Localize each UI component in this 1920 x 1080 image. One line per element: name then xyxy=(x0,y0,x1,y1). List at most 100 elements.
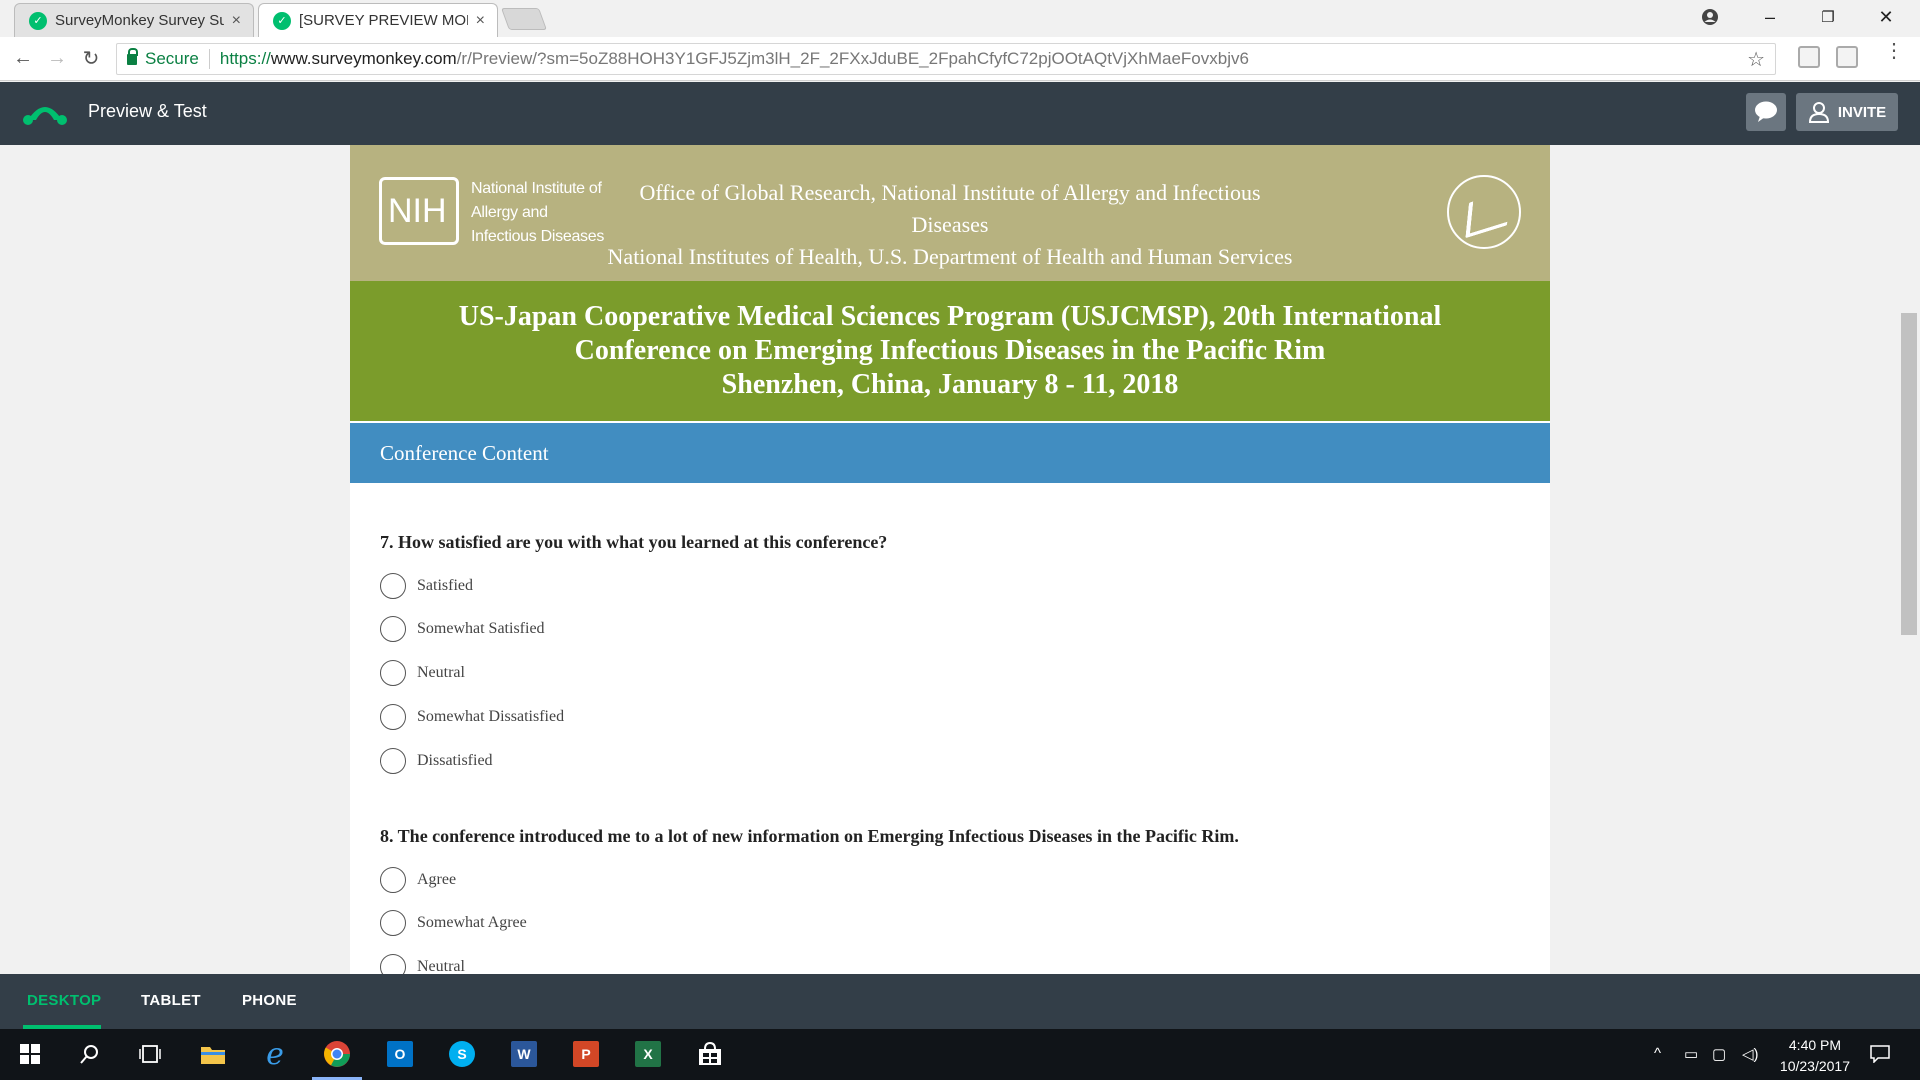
answer-choice[interactable]: Somewhat Dissatisfied xyxy=(380,703,564,731)
choice-label: Neutral xyxy=(417,664,465,681)
office-line: National Institutes of Health, U.S. Depa… xyxy=(607,244,1293,269)
choice-label: Agree xyxy=(417,871,457,888)
new-tab-button[interactable] xyxy=(500,8,548,30)
survey-header-banner: NIH National Institute of Allergy and In… xyxy=(350,145,1550,281)
battery-icon[interactable]: ▭ xyxy=(1684,1045,1698,1063)
forward-arrow-icon[interactable]: → xyxy=(40,47,74,70)
radio-button[interactable] xyxy=(380,867,406,893)
browser-menu-icon[interactable]: ⋮ xyxy=(1884,41,1904,61)
device-tab-phone[interactable]: PHONE xyxy=(242,992,297,1009)
url-host: www.surveymonkey.com xyxy=(270,49,457,68)
conference-title-line: Shenzhen, China, January 8 - 11, 2018 xyxy=(721,369,1179,400)
browser-tab-strip: ✓ SurveyMonkey Survey Su × ✓ [SURVEY PRE… xyxy=(0,0,1920,37)
secure-label: Secure xyxy=(145,49,210,69)
choice-label: Satisfied xyxy=(417,577,473,594)
preview-canvas: NIH National Institute of Allergy and In… xyxy=(0,145,1920,974)
person-icon xyxy=(1808,102,1829,123)
choice-label: Neutral xyxy=(417,958,465,974)
back-arrow-icon[interactable]: ← xyxy=(6,47,40,70)
radio-button[interactable] xyxy=(380,954,406,974)
radio-button[interactable] xyxy=(380,704,406,730)
word-icon[interactable]: W xyxy=(508,1038,540,1070)
browser-tab-surveymonkey[interactable]: ✓ SurveyMonkey Survey Su × xyxy=(14,3,254,37)
answer-choice[interactable]: Dissatisfied xyxy=(380,747,493,775)
task-view-icon[interactable] xyxy=(134,1038,166,1070)
answer-choice[interactable]: Neutral xyxy=(380,953,465,974)
outlook-icon[interactable]: O xyxy=(384,1038,416,1070)
answer-choice[interactable]: Somewhat Satisfied xyxy=(380,615,545,643)
office-line: Office of Global Research, National Inst… xyxy=(639,180,1261,237)
surveymonkey-favicon-icon: ✓ xyxy=(29,11,47,30)
reload-icon[interactable]: ↻ xyxy=(74,46,108,71)
surveymonkey-favicon-icon: ✓ xyxy=(273,11,291,30)
file-explorer-icon[interactable] xyxy=(197,1038,229,1070)
skype-icon[interactable]: S xyxy=(446,1038,478,1070)
show-hidden-icons-chevron-icon[interactable]: ^ xyxy=(1654,1045,1661,1062)
browser-toolbar: ← → ↻ Secure https:// www.surveymonkey.c… xyxy=(0,37,1920,81)
address-bar[interactable]: Secure https:// www.surveymonkey.com /r/… xyxy=(116,43,1776,75)
radio-button[interactable] xyxy=(380,616,406,642)
browser-tab-preview[interactable]: ✓ [SURVEY PREVIEW MODE × xyxy=(258,3,498,37)
minimize-button[interactable]: – xyxy=(1742,0,1798,34)
chrome-icon[interactable] xyxy=(312,1038,362,1080)
choice-label: Somewhat Dissatisfied xyxy=(417,708,565,725)
institute-line: Allergy and xyxy=(471,204,548,221)
lock-icon xyxy=(127,47,138,65)
volume-icon[interactable]: ◁) xyxy=(1742,1045,1759,1063)
tab-close-icon[interactable]: × xyxy=(476,12,485,30)
url-protocol: https:// xyxy=(219,49,271,68)
page-title: Conference Content xyxy=(350,423,1550,483)
extension-icon[interactable] xyxy=(1798,46,1820,68)
device-tab-tablet[interactable]: TABLET xyxy=(141,992,201,1009)
network-icon[interactable]: ▢ xyxy=(1712,1045,1726,1063)
url-path: /r/Preview/?sm=5oZ88HOH3Y1GFJ5Zjm3lH_2F_… xyxy=(456,49,1249,68)
answer-choice[interactable]: Satisfied xyxy=(380,572,473,600)
tab-title: SurveyMonkey Survey Su xyxy=(55,12,224,29)
invite-label: INVITE xyxy=(1837,103,1887,121)
answer-choice[interactable]: Somewhat Agree xyxy=(380,909,527,937)
app-header xyxy=(0,82,1920,145)
hhs-seal-icon xyxy=(1447,175,1521,249)
page-scrollbar[interactable] xyxy=(1900,145,1920,974)
choice-label: Somewhat Agree xyxy=(417,914,527,931)
windows-start-icon[interactable] xyxy=(14,1038,46,1070)
conference-title-banner: US-Japan Cooperative Medical Sciences Pr… xyxy=(350,281,1550,421)
radio-button[interactable] xyxy=(380,910,406,936)
conference-title-line: Conference on Emerging Infectious Diseas… xyxy=(574,335,1326,366)
question-title: 8. The conference introduced me to a lot… xyxy=(380,826,1239,846)
answer-choice[interactable]: Agree xyxy=(380,866,456,894)
extension-icon[interactable] xyxy=(1836,46,1858,68)
profile-icon[interactable] xyxy=(1682,0,1738,34)
institute-name: National Institute of Allergy and Infect… xyxy=(471,177,604,249)
clock-date: 10/23/2017 xyxy=(1779,1058,1850,1074)
device-preview-bar: DESKTOP TABLET PHONE xyxy=(0,974,1920,1029)
comments-button[interactable] xyxy=(1746,93,1786,131)
store-icon[interactable] xyxy=(694,1038,726,1070)
action-center-icon[interactable] xyxy=(1870,1045,1890,1067)
choice-label: Dissatisfied xyxy=(417,752,493,769)
powerpoint-icon[interactable]: P xyxy=(570,1038,602,1070)
system-clock[interactable]: 4:40 PM 10/23/2017 xyxy=(1780,1035,1850,1077)
answer-choice[interactable]: Neutral xyxy=(380,659,465,687)
radio-button[interactable] xyxy=(380,573,406,599)
invite-button[interactable]: INVITE xyxy=(1796,93,1898,131)
institute-line: Infectious Diseases xyxy=(471,228,605,245)
chat-bubble-icon xyxy=(1755,101,1777,122)
restore-button[interactable]: ❐ xyxy=(1800,0,1856,34)
internet-explorer-icon[interactable]: e xyxy=(259,1037,291,1072)
search-icon[interactable] xyxy=(74,1038,106,1070)
surveymonkey-logo-icon[interactable] xyxy=(22,96,68,130)
tab-close-icon[interactable]: × xyxy=(232,12,241,30)
close-window-button[interactable]: ✕ xyxy=(1858,0,1914,34)
institute-line: National Institute of xyxy=(471,180,602,197)
radio-button[interactable] xyxy=(380,748,406,774)
excel-icon[interactable]: X xyxy=(632,1038,664,1070)
scrollbar-thumb[interactable] xyxy=(1901,313,1917,635)
app-title: Preview & Test xyxy=(88,101,207,121)
conference-title-line: US-Japan Cooperative Medical Sciences Pr… xyxy=(458,301,1442,332)
nih-logo: NIH xyxy=(379,177,459,245)
question-title: 7. How satisfied are you with what you l… xyxy=(380,532,888,552)
device-tab-desktop[interactable]: DESKTOP xyxy=(27,992,101,1009)
radio-button[interactable] xyxy=(380,660,406,686)
bookmark-star-icon[interactable]: ☆ xyxy=(1747,47,1765,72)
